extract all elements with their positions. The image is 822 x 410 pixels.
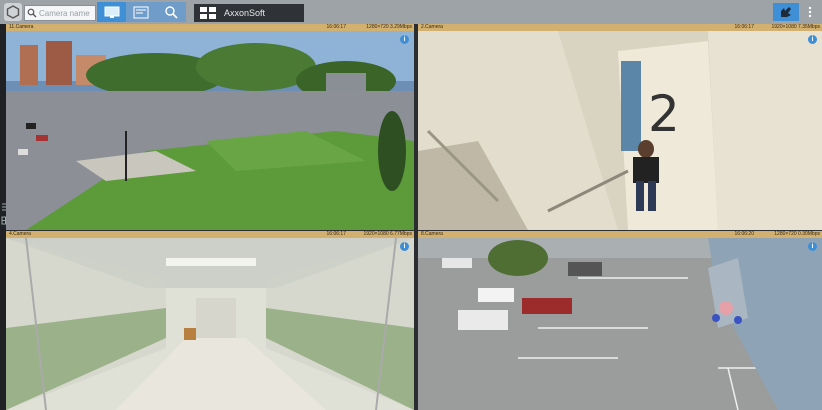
camera-tile-1[interactable]: 11.Camera 16:06:17 1280×720 3.29Mbps i bbox=[6, 24, 414, 230]
camera-resolution: 1920×1080 6.77Mbps bbox=[363, 231, 412, 237]
monitor-button[interactable] bbox=[97, 2, 127, 22]
camera-tile-4[interactable]: 8.Camera 16:06:20 1280×720 0.30Mbps i bbox=[418, 231, 822, 410]
menu-button[interactable] bbox=[802, 3, 818, 21]
info-icon[interactable]: i bbox=[400, 35, 409, 44]
zoom-button[interactable] bbox=[156, 2, 186, 22]
map-icon bbox=[133, 6, 149, 18]
zoom-icon bbox=[165, 6, 178, 19]
camera-resolution: 1920×1080 7.35Mbps bbox=[771, 24, 820, 30]
layout-tab[interactable]: AxxonSoft bbox=[194, 4, 304, 22]
camera-name: 2.Camera bbox=[421, 24, 443, 30]
info-icon[interactable]: i bbox=[808, 35, 817, 44]
floor-number: 2 bbox=[648, 85, 680, 143]
layout-grid-icon bbox=[200, 7, 216, 19]
camera-tile-2[interactable]: 2.Camera 16:06:17 1920×1080 7.35Mbps 2 i bbox=[418, 24, 822, 230]
search-input[interactable] bbox=[37, 7, 95, 19]
video-frame bbox=[418, 238, 822, 410]
video-frame: 2 bbox=[418, 31, 822, 230]
layout-name: AxxonSoft bbox=[224, 8, 266, 18]
camera-header: 4.Camera 16:06:17 1920×1080 6.77Mbps bbox=[6, 231, 414, 238]
map-button[interactable] bbox=[126, 2, 156, 22]
camera-name: 11.Camera bbox=[9, 24, 34, 30]
camera-time: 16:06:17 bbox=[326, 24, 346, 30]
alarm-hand-icon bbox=[781, 7, 791, 17]
camera-time: 16:06:17 bbox=[326, 231, 346, 237]
camera-name: 4.Camera bbox=[9, 231, 31, 237]
camera-resolution: 1280×720 3.29Mbps bbox=[366, 24, 412, 30]
camera-search-field[interactable] bbox=[24, 5, 96, 21]
camera-header: 8.Camera 16:06:20 1280×720 0.30Mbps bbox=[418, 231, 822, 238]
alarm-button[interactable] bbox=[773, 3, 799, 21]
menu-icon bbox=[808, 6, 812, 18]
video-frame bbox=[6, 238, 414, 410]
camera-header: 11.Camera 16:06:17 1280×720 3.29Mbps bbox=[6, 24, 414, 31]
camera-resolution: 1280×720 0.30Mbps bbox=[774, 231, 820, 237]
monitor-icon bbox=[104, 6, 120, 18]
camera-time: 16:06:20 bbox=[734, 231, 754, 237]
camera-name: 8.Camera bbox=[421, 231, 443, 237]
top-toolbar: AxxonSoft bbox=[0, 0, 822, 24]
info-icon[interactable]: i bbox=[808, 242, 817, 251]
camera-time: 16:06:17 bbox=[734, 24, 754, 30]
search-icon bbox=[27, 8, 37, 18]
camera-tile-3[interactable]: 4.Camera 16:06:17 1920×1080 6.77Mbps i bbox=[6, 231, 414, 410]
hexagon-logo-icon[interactable] bbox=[4, 3, 22, 21]
video-frame bbox=[6, 31, 414, 230]
camera-header: 2.Camera 16:06:17 1920×1080 7.35Mbps bbox=[418, 24, 822, 31]
info-icon[interactable]: i bbox=[400, 242, 409, 251]
